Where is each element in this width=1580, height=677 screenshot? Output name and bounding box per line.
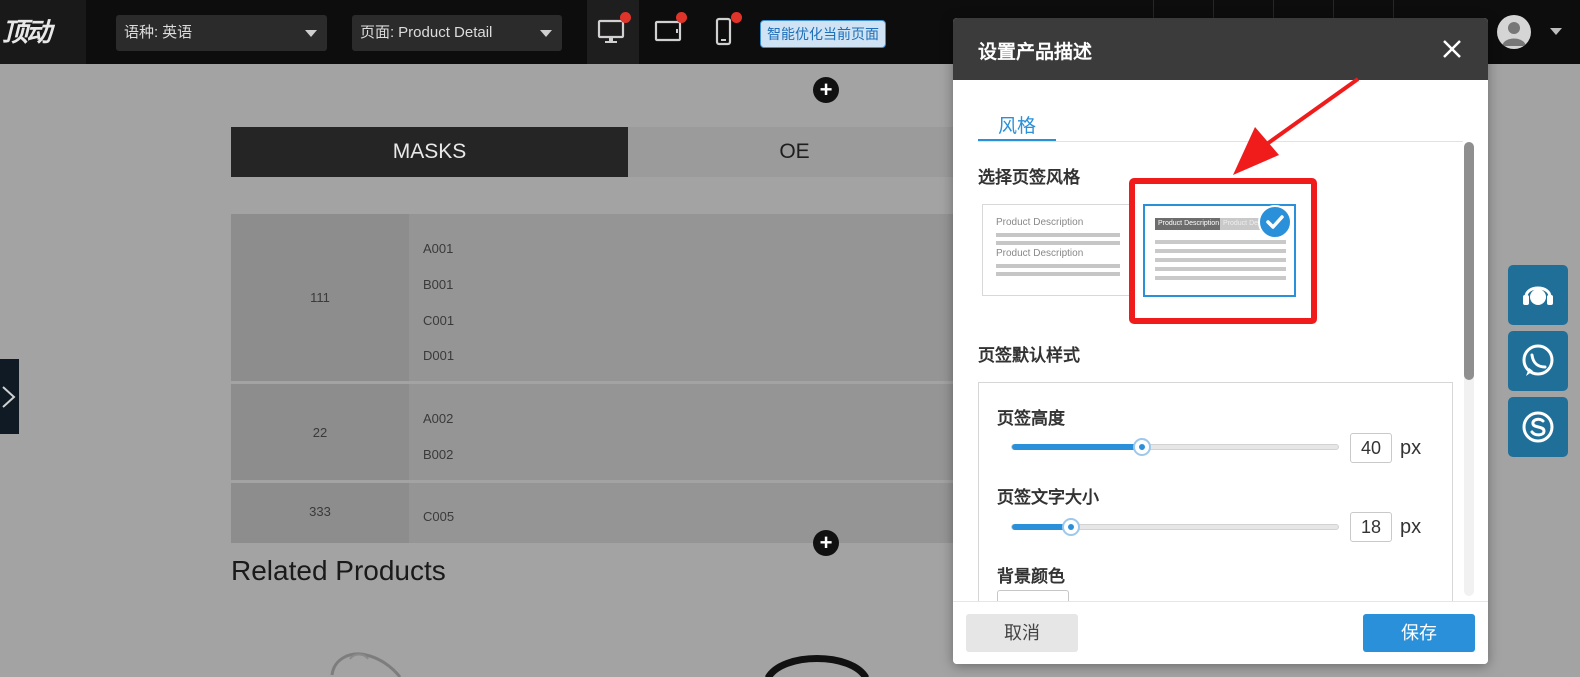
section-title-default-style: 页签默认样式 — [978, 346, 1080, 365]
language-select-value: 英语 — [162, 24, 193, 41]
table-cell-num: 111 — [231, 214, 409, 381]
page-select-label: 页面: — [360, 24, 395, 41]
close-icon[interactable] — [1441, 38, 1463, 60]
save-button[interactable]: 保存 — [1363, 614, 1475, 652]
notification-dot — [620, 12, 631, 23]
notification-dot — [676, 12, 687, 23]
slider-fill — [1012, 444, 1142, 450]
product-tabs: MASKS OE — [231, 127, 961, 177]
preview-line — [996, 272, 1120, 276]
preview-label: Product Description — [996, 217, 1084, 228]
tab-font-size-input[interactable]: 18 — [1350, 512, 1392, 542]
skype-button[interactable] — [1508, 397, 1568, 457]
whatsapp-button[interactable] — [1508, 331, 1568, 391]
page-select-value: Product Detail — [398, 24, 493, 41]
dialog-title: 设置产品描述 — [978, 42, 1093, 63]
preview-label: Product Description — [996, 248, 1084, 259]
preview-line — [996, 233, 1120, 237]
tab-height-unit: px — [1400, 437, 1422, 459]
table-cell-code: A002 — [423, 411, 454, 426]
chevron-down-icon — [540, 30, 552, 37]
slider-handle[interactable] — [1062, 518, 1080, 536]
customer-service-icon — [1523, 286, 1553, 305]
add-section-plus-icon[interactable]: + — [813, 530, 839, 556]
product-description-dialog: 设置产品描述 风格 选择页签风格 Product Description Pro… — [953, 18, 1488, 664]
tab-oe[interactable]: OE — [628, 127, 961, 177]
table-cell-code: C005 — [423, 509, 455, 524]
tab-height-slider[interactable] — [1011, 438, 1339, 456]
optimize-page-button[interactable]: 智能优化当前页面 — [760, 20, 886, 48]
chevron-right-icon — [2, 386, 16, 408]
table-cell-code: B001 — [423, 277, 454, 292]
table-cell-code: B002 — [423, 447, 454, 462]
table-cell-code: A001 — [423, 241, 454, 256]
table-cell-num: 333 — [231, 483, 409, 543]
dialog-header: 设置产品描述 — [953, 18, 1488, 80]
annotation-arrow-icon — [1233, 77, 1360, 175]
brand-logo[interactable]: 顶动 — [0, 0, 86, 64]
desktop-view-button[interactable] — [587, 0, 639, 64]
table-cell-code: D001 — [423, 348, 455, 363]
chevron-down-icon — [305, 30, 317, 37]
preview-line — [996, 241, 1120, 245]
tab-style-option-stacked[interactable]: Product Description Product Description — [982, 204, 1132, 296]
dialog-footer: 取消 保存 — [953, 601, 1488, 664]
table-cell-code: C001 — [423, 313, 455, 328]
add-section-plus-icon[interactable]: + — [813, 77, 839, 103]
table-row: 333 C005 — [231, 483, 961, 543]
notification-dot — [731, 12, 742, 23]
section-title-tab-style: 选择页签风格 — [978, 168, 1080, 187]
product-image-mask[interactable] — [320, 645, 410, 677]
user-avatar-icon[interactable] — [1497, 15, 1531, 49]
table-cell-num: 22 — [231, 384, 409, 480]
scrollbar-thumb[interactable] — [1464, 142, 1474, 380]
product-image-ring[interactable] — [762, 648, 872, 677]
tab-style[interactable]: 风格 — [978, 111, 1056, 141]
cancel-button[interactable]: 取消 — [966, 614, 1078, 652]
tab-height-label: 页签高度 — [997, 409, 1065, 428]
table-row: 111 A001 B001 C001 D001 — [231, 214, 961, 381]
highlight-box — [1129, 178, 1317, 324]
expand-panel-button[interactable] — [0, 359, 19, 434]
preview-line — [996, 264, 1120, 268]
page-select[interactable]: 页面: Product Detail — [352, 15, 562, 51]
chevron-down-icon[interactable] — [1550, 28, 1562, 35]
slider-handle[interactable] — [1133, 438, 1151, 456]
language-select[interactable]: 语种: 英语 — [116, 15, 327, 51]
dialog-scrollbar[interactable] — [1464, 142, 1474, 596]
divider — [978, 141, 1463, 142]
language-select-label: 语种: — [124, 24, 159, 41]
table-row: 22 A002 B002 — [231, 384, 961, 480]
customer-service-button[interactable] — [1508, 265, 1568, 325]
tab-font-size-label: 页签文字大小 — [997, 488, 1099, 507]
tablet-view-button[interactable] — [643, 0, 695, 64]
tab-height-input[interactable]: 40 — [1350, 433, 1392, 463]
background-color-label: 背景颜色 — [997, 567, 1065, 586]
related-products-heading: Related Products — [231, 555, 446, 586]
tab-masks[interactable]: MASKS — [231, 127, 628, 177]
tab-font-size-unit: px — [1400, 516, 1422, 538]
skype-icon — [1522, 411, 1554, 443]
whatsapp-icon — [1522, 344, 1554, 376]
tab-font-size-slider[interactable] — [1011, 518, 1339, 536]
mobile-view-button[interactable] — [698, 0, 750, 64]
